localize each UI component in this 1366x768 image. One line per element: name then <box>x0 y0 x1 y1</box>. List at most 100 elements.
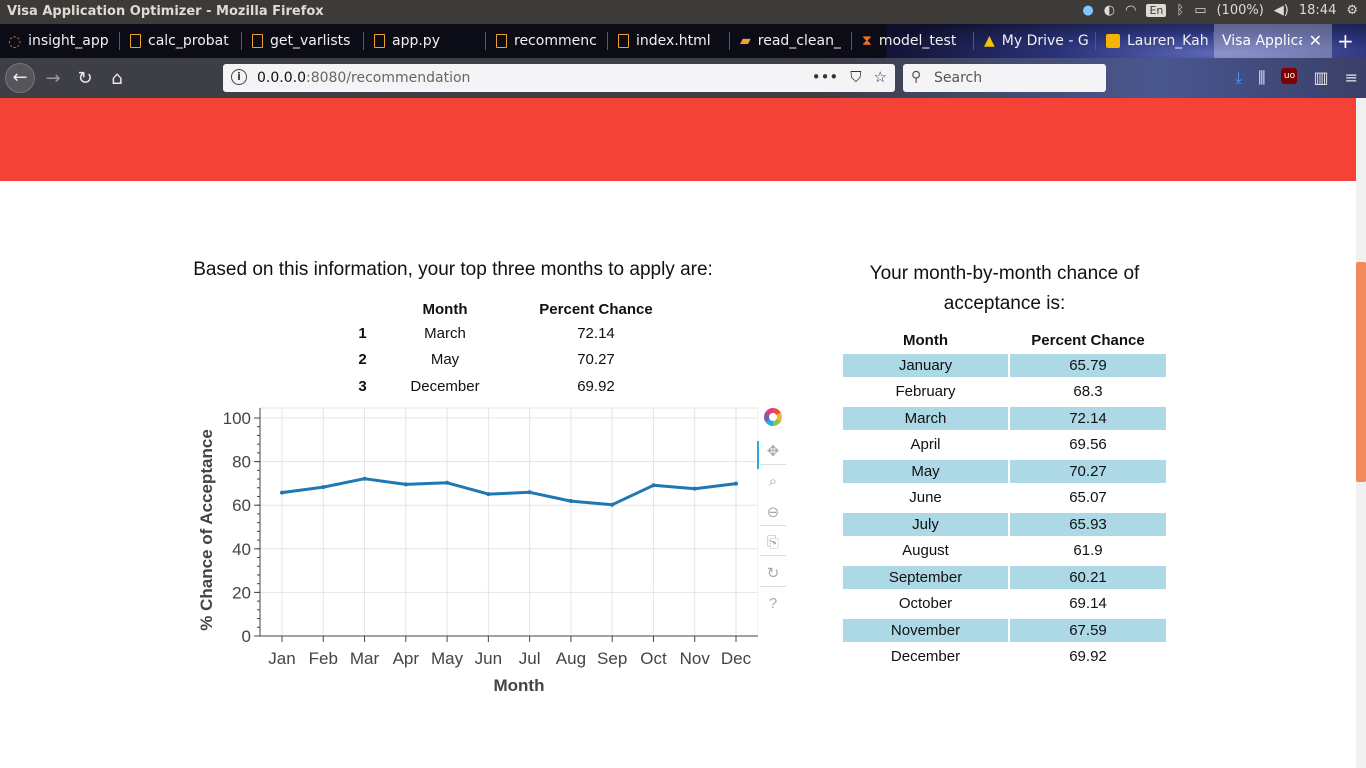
hourglass-icon: ⧗ <box>862 33 872 49</box>
percent-cell: 69.14 <box>1069 595 1107 613</box>
y-tick-label: 100 <box>223 409 251 428</box>
url-text[interactable]: 0.0.0.0:8080/recommendation <box>257 70 470 86</box>
month-cell: October <box>898 595 953 613</box>
month-cell: May <box>843 458 1008 485</box>
bokeh-logo-icon[interactable] <box>760 408 786 434</box>
skype-icon[interactable]: ● <box>1082 3 1093 18</box>
steam-icon[interactable]: ◐ <box>1104 3 1115 18</box>
wheel-zoom-tool-icon[interactable]: ⊖ <box>760 500 786 526</box>
tab-lauren-slides[interactable]: Lauren_Kah <box>1098 24 1214 58</box>
table-header-row: Month Percent Chance <box>843 328 1166 352</box>
tab-label: Lauren_Kah <box>1127 33 1209 49</box>
keyboard-language[interactable]: En <box>1146 4 1167 17</box>
data-point <box>362 476 367 481</box>
bookmark-star-icon[interactable]: ☆ <box>874 68 887 86</box>
table-row: June 65.07 <box>843 485 1166 512</box>
y-tick-label: 0 <box>242 627 251 646</box>
tab-index-html[interactable]: index.html <box>610 24 730 58</box>
search-bar[interactable]: ⚲ Search <box>903 64 1106 92</box>
battery-icon[interactable]: ▭ <box>1194 3 1206 18</box>
reset-tool-icon[interactable]: ↻ <box>760 561 786 587</box>
tab-get-varlists[interactable]: get_varlists <box>244 24 364 58</box>
library-icon[interactable]: ⫼ <box>1258 68 1265 88</box>
data-point <box>527 490 532 495</box>
download-icon[interactable]: ⤓ <box>1235 68 1242 88</box>
tab-read-clean[interactable]: ▰ read_clean_ <box>732 24 852 58</box>
menu-hamburger-icon[interactable]: ≡ <box>1345 68 1358 88</box>
url-bar[interactable]: i 0.0.0.0:8080/recommendation ••• ⛉ ☆ <box>223 64 895 92</box>
acceptance-line-chart[interactable]: 0 20 40 60 80 100 Jan Feb Mar Apr May Jun Jul Aug Sep O… <box>188 398 758 708</box>
data-point <box>321 485 326 490</box>
file-icon <box>496 34 507 48</box>
x-tick-label: Oct <box>640 649 667 668</box>
percent-cell: 65.07 <box>1069 489 1107 507</box>
home-button[interactable]: ⌂ <box>104 66 130 92</box>
x-tick-label: Nov <box>680 649 711 668</box>
forward-button[interactable]: → <box>40 66 66 92</box>
ubuntu-icon: ◌ <box>8 32 22 50</box>
x-tick-label: May <box>431 649 464 668</box>
tab-recommendation-file[interactable]: recommenc <box>488 24 608 58</box>
table-row: August 61.9 <box>843 538 1166 565</box>
file-icon <box>130 34 141 48</box>
sidebar-icon[interactable]: ▥ <box>1313 68 1328 88</box>
tab-calc-probat[interactable]: calc_probat <box>122 24 242 58</box>
battery-percent[interactable]: (100%) <box>1216 3 1263 18</box>
month-cell: December <box>890 648 961 666</box>
help-tool-icon[interactable]: ? <box>760 591 786 617</box>
x-tick-label: Feb <box>309 649 338 668</box>
month-cell: August <box>902 542 949 560</box>
data-point <box>610 502 615 507</box>
tab-my-drive[interactable]: ▲ My Drive - G <box>976 24 1096 58</box>
table-row: October 69.14 <box>843 591 1166 618</box>
file-icon <box>618 34 629 48</box>
tab-app-py[interactable]: app.py <box>366 24 486 58</box>
toolbar-right: ⤓ ⫼ uo ▥ ≡ <box>1235 68 1358 88</box>
volume-icon[interactable]: ◀) <box>1274 3 1289 18</box>
save-tool-icon[interactable]: ⎘ <box>760 530 786 556</box>
file-icon <box>252 34 263 48</box>
tab-insight-app[interactable]: ◌ insight_app <box>0 24 120 58</box>
slides-icon <box>1106 34 1120 48</box>
percent-cell: 72.14 <box>1010 405 1166 432</box>
pan-tool-icon[interactable]: ✥ <box>757 439 786 469</box>
tab-model-test[interactable]: ⧗ model_test <box>854 24 974 58</box>
tab-label: index.html <box>636 33 711 49</box>
table-row: July 65.93 <box>843 511 1166 538</box>
percent-cell: 70.27 <box>1010 458 1166 485</box>
reload-button[interactable]: ↻ <box>72 66 98 92</box>
rank-cell: 1 <box>358 324 367 342</box>
scrollbar-thumb[interactable] <box>1356 262 1366 482</box>
page-actions-icon[interactable]: ••• <box>812 68 839 86</box>
table-row: December 69.92 <box>843 644 1166 671</box>
percent-header: Percent Chance <box>539 300 653 318</box>
settings-gear-icon[interactable]: ⚙ <box>1346 3 1358 18</box>
pocket-icon[interactable]: ⛉ <box>850 68 861 86</box>
file-icon <box>374 34 385 48</box>
x-tick-label: Jul <box>519 649 541 668</box>
page-viewport: Based on this information, your top thre… <box>0 98 1356 768</box>
percent-cell: 69.92 <box>577 377 615 395</box>
table-row: 2 May 70.27 <box>340 347 687 374</box>
system-tray: ● ◐ ◠ En ᛒ ▭ (100%) ◀) 18:44 ⚙ <box>1082 3 1358 18</box>
back-button[interactable]: ← <box>5 63 35 93</box>
index-header <box>340 298 385 320</box>
percent-cell: 69.92 <box>1069 648 1107 666</box>
month-header: Month <box>903 331 948 349</box>
x-tick-label: Jun <box>475 649 502 668</box>
tab-visa-application-active[interactable]: Visa Applica ✕ <box>1214 24 1332 58</box>
wifi-icon[interactable]: ◠ <box>1125 3 1136 18</box>
bluetooth-icon[interactable]: ᛒ <box>1176 3 1184 18</box>
site-info-icon[interactable]: i <box>231 69 247 85</box>
monthly-heading: Your month-by-month chance of acceptance… <box>869 263 1140 314</box>
close-tab-icon[interactable]: ✕ <box>1309 31 1322 50</box>
window-title: Visa Application Optimizer - Mozilla Fir… <box>7 4 324 19</box>
month-cell: April <box>910 436 941 454</box>
new-tab-plus-icon[interactable]: + <box>1337 29 1354 53</box>
percent-cell: 61.9 <box>1073 542 1103 560</box>
ublock-icon[interactable]: uo <box>1281 68 1298 84</box>
url-path: :8080/recommendation <box>305 70 471 86</box>
data-point <box>692 486 697 491</box>
clock[interactable]: 18:44 <box>1299 3 1336 18</box>
box-zoom-tool-icon[interactable]: ⌕ <box>760 469 786 495</box>
